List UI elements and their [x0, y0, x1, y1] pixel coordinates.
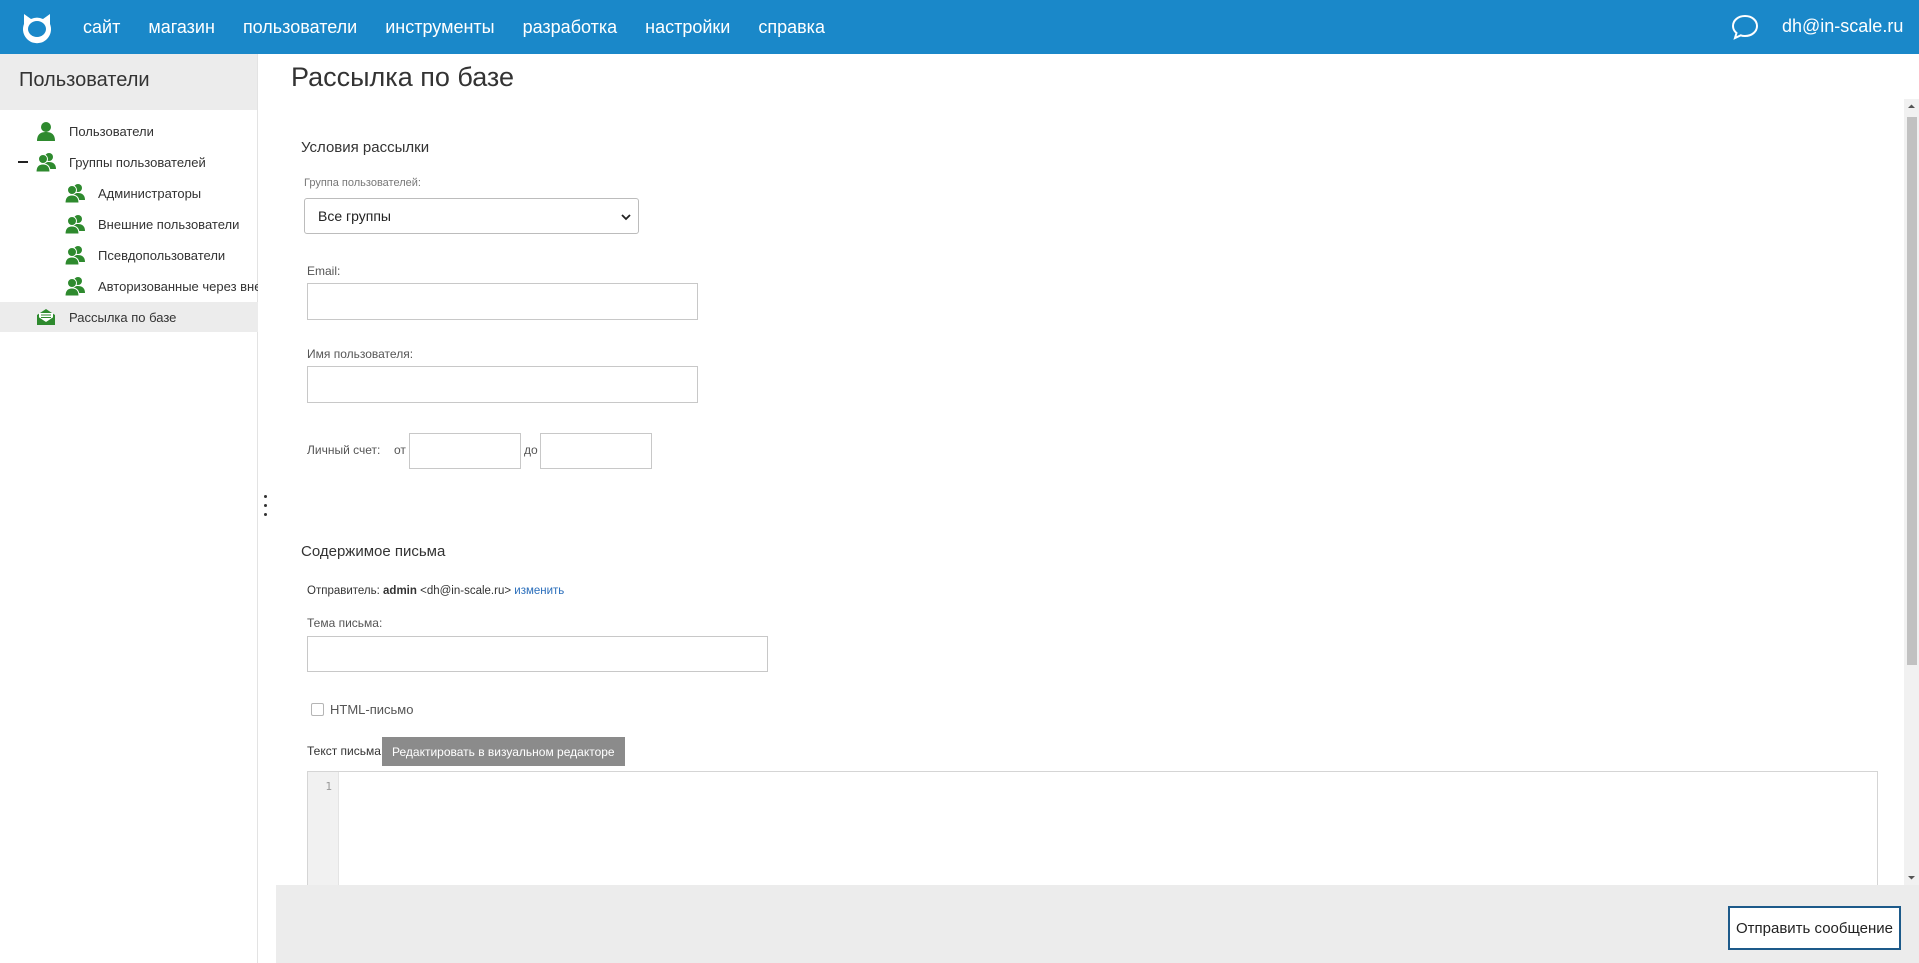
sidebar-item-user-groups[interactable]: Группы пользователей — [35, 147, 206, 177]
sidebar-item-label: Администраторы — [98, 185, 202, 201]
conditions-section-title: Условия рассылки — [301, 139, 430, 156]
username-input[interactable] — [307, 366, 698, 403]
sidebar-item-administrators[interactable]: Администраторы — [64, 178, 201, 208]
users-group-icon — [64, 215, 85, 234]
user-group-select[interactable]: Все группы — [304, 198, 639, 234]
scroll-up-arrow-icon[interactable] — [1904, 99, 1919, 114]
user-group-label: Группа пользователей: — [304, 177, 421, 189]
collapse-toggle-icon[interactable] — [18, 161, 28, 163]
sidebar-item-mailing[interactable]: Рассылка по базе — [0, 302, 258, 332]
content-section-title: Содержимое письма — [301, 543, 446, 560]
line-number: 1 — [325, 780, 332, 793]
vertical-scrollbar[interactable] — [1904, 99, 1919, 885]
user-group-selected-value: Все группы — [318, 208, 391, 224]
send-message-button[interactable]: Отправить сообщение — [1728, 906, 1901, 950]
account-balance-label: Личный счет: — [307, 443, 381, 457]
page-title: Рассылка по базе — [291, 62, 515, 92]
html-email-checkbox[interactable] — [311, 703, 324, 716]
nav-item-help[interactable]: справка — [758, 17, 825, 38]
sidebar: Пользователи Пользователи Группы пользов… — [0, 54, 258, 963]
subject-input[interactable] — [307, 636, 768, 672]
sidebar-item-pseudo-users[interactable]: Псевдопользователи — [64, 240, 225, 270]
sidebar-resize-handle[interactable] — [264, 495, 268, 525]
sender-name: admin — [383, 585, 417, 597]
users-group-icon — [35, 153, 56, 172]
change-sender-link[interactable]: изменить — [514, 585, 564, 597]
sidebar-item-users[interactable]: Пользователи — [35, 116, 154, 146]
visual-editor-button[interactable]: Редактировать в визуальном редакторе — [382, 737, 625, 766]
users-group-icon — [64, 277, 85, 296]
sidebar-item-label: Группы пользователей — [69, 154, 206, 170]
balance-to-input[interactable] — [540, 433, 652, 469]
nav-item-settings[interactable]: настройки — [645, 17, 730, 38]
email-body-editor[interactable]: 1 — [307, 771, 1878, 885]
balance-from-input[interactable] — [409, 433, 521, 469]
sidebar-item-label: Внешние пользователи — [98, 216, 240, 232]
user-account-email[interactable]: dh@in-scale.ru — [1782, 16, 1903, 37]
sidebar-item-label: Псевдопользователи — [98, 247, 226, 263]
main-menu: сайт магазин пользователи инструменты ра… — [83, 0, 853, 54]
user-icon — [37, 122, 55, 141]
nav-item-shop[interactable]: магазин — [148, 17, 215, 38]
username-label: Имя пользователя: — [307, 347, 414, 361]
sender-line: Отправитель: admin <dh@in-scale.ru> изме… — [307, 585, 564, 597]
cat-logo-icon[interactable] — [20, 10, 54, 44]
html-email-label[interactable]: HTML-письмо — [330, 702, 413, 717]
balance-to-label: до — [524, 443, 538, 457]
email-input[interactable] — [307, 283, 698, 320]
sidebar-item-label: Рассылка по базе — [69, 309, 177, 325]
mailing-form: Условия рассылки Группа пользователей: В… — [276, 99, 1890, 885]
sidebar-item-label: Авторизованные через внешние — [98, 278, 258, 294]
sidebar-item-label: Пользователи — [69, 123, 154, 139]
nav-item-users[interactable]: пользователи — [243, 17, 357, 38]
subject-label: Тема письма: — [307, 616, 383, 630]
form-footer — [276, 885, 1919, 963]
editor-line-gutter: 1 — [308, 772, 339, 885]
email-label: Email: — [307, 264, 341, 278]
sidebar-item-external-users[interactable]: Внешние пользователи — [64, 209, 239, 239]
sidebar-title: Пользователи — [0, 54, 257, 110]
nav-item-site[interactable]: сайт — [83, 17, 120, 38]
scroll-down-arrow-icon[interactable] — [1904, 870, 1919, 885]
balance-from-label: от — [394, 443, 406, 457]
sender-label: Отправитель: — [307, 585, 380, 597]
mail-icon — [37, 309, 55, 325]
chevron-down-icon — [621, 214, 631, 221]
sidebar-item-external-auth[interactable]: Авторизованные через внешние — [64, 271, 258, 301]
scrollbar-thumb[interactable] — [1907, 117, 1917, 665]
nav-item-development[interactable]: разработка — [523, 17, 618, 38]
chat-icon[interactable] — [1731, 13, 1759, 41]
sender-email: <dh@in-scale.ru> — [420, 585, 512, 597]
body-label: Текст письма: — [307, 744, 385, 758]
users-group-icon — [64, 246, 85, 265]
top-navigation-bar: сайт магазин пользователи инструменты ра… — [0, 0, 1919, 54]
users-group-icon — [64, 184, 85, 203]
nav-item-tools[interactable]: инструменты — [385, 17, 494, 38]
